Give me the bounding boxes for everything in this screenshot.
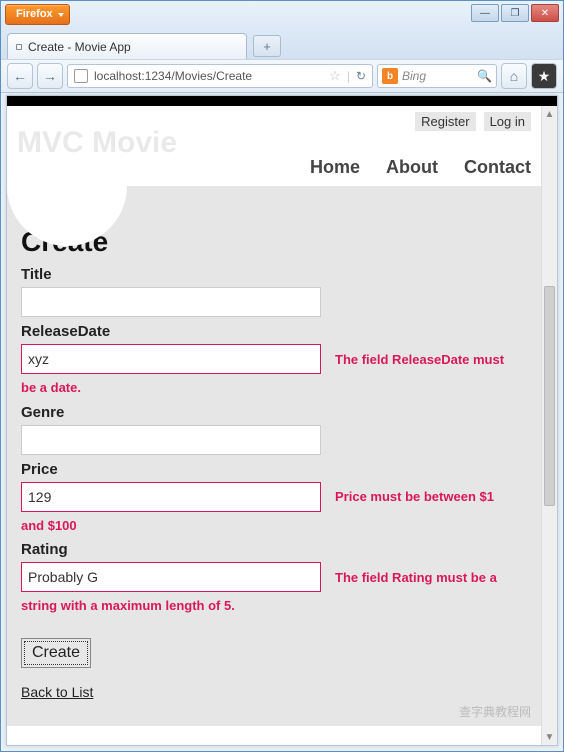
site-brand: MVC Movie (17, 126, 531, 160)
close-button[interactable]: ✕ (531, 4, 559, 22)
scroll-thumb[interactable] (544, 286, 555, 506)
vertical-scrollbar[interactable]: ▲ ▼ (541, 106, 557, 745)
maximize-button[interactable]: ❐ (501, 4, 529, 22)
main-nav: Home About Contact (310, 157, 531, 178)
site-identity-icon (74, 69, 88, 83)
window-titlebar: Firefox — ❐ ✕ (1, 1, 563, 29)
login-link[interactable]: Log in (484, 112, 531, 131)
genre-input[interactable] (21, 425, 321, 455)
tab-title: Create - Movie App (28, 40, 131, 54)
new-tab-button[interactable]: + (253, 35, 281, 57)
price-error-wrap: and $100 (21, 516, 527, 536)
minimize-button[interactable]: — (471, 4, 499, 22)
watermark: 查字典教程网 (459, 703, 531, 720)
nav-contact[interactable]: Contact (464, 157, 531, 178)
rating-error-inline: The field Rating must be a (335, 570, 497, 585)
rating-error-wrap: string with a maximum length of 5. (21, 596, 527, 616)
reload-icon[interactable]: ↻ (356, 69, 366, 83)
rating-input[interactable] (21, 562, 321, 592)
url-text: localhost:1234/Movies/Create (94, 69, 252, 83)
search-placeholder: Bing (402, 69, 426, 83)
releasedate-label: ReleaseDate (21, 323, 527, 340)
bing-icon: b (382, 68, 398, 84)
price-input[interactable] (21, 482, 321, 512)
tab-active[interactable]: Create - Movie App (7, 33, 247, 59)
tab-strip: Create - Movie App + (1, 29, 563, 59)
bookmark-star-icon[interactable]: ☆ (329, 68, 341, 84)
search-box[interactable]: b Bing 🔍 (377, 64, 497, 88)
nav-home[interactable]: Home (310, 157, 360, 178)
window-controls: — ❐ ✕ (471, 4, 559, 22)
back-button[interactable]: ← (7, 63, 33, 89)
title-label: Title (21, 266, 527, 283)
page-body: Create Title ReleaseDate The field Relea… (7, 186, 541, 726)
page-icon (16, 44, 22, 50)
top-black-bar (7, 96, 557, 106)
releasedate-input[interactable] (21, 344, 321, 374)
firefox-menu-button[interactable]: Firefox (5, 4, 70, 25)
create-form: Create Title ReleaseDate The field Relea… (7, 186, 541, 702)
bookmarks-button[interactable]: ★ (531, 63, 557, 89)
home-button[interactable]: ⌂ (501, 63, 527, 89)
releasedate-error-inline: The field ReleaseDate must (335, 352, 504, 367)
create-button[interactable]: Create (21, 638, 91, 668)
genre-label: Genre (21, 404, 527, 421)
forward-button[interactable]: → (37, 63, 63, 89)
price-label: Price (21, 461, 527, 478)
releasedate-error-wrap: be a date. (21, 378, 527, 398)
price-error-inline: Price must be between $1 (335, 489, 494, 504)
account-links: Register Log in (415, 112, 531, 131)
navigation-toolbar: ← → localhost:1234/Movies/Create ☆ | ↻ b… (1, 59, 563, 93)
scroll-up-arrow[interactable]: ▲ (542, 106, 557, 122)
scroll-down-arrow[interactable]: ▼ (542, 729, 557, 745)
url-bar[interactable]: localhost:1234/Movies/Create ☆ | ↻ (67, 64, 373, 88)
title-input[interactable] (21, 287, 321, 317)
content-viewport: ▲ ▼ Register Log in MVC Movie Home About… (6, 95, 558, 746)
back-to-list-link[interactable]: Back to List (21, 684, 93, 700)
nav-about[interactable]: About (386, 157, 438, 178)
page-content: Register Log in MVC Movie Home About Con… (7, 106, 541, 745)
search-go-icon[interactable]: 🔍 (477, 69, 492, 83)
site-header: Register Log in MVC Movie Home About Con… (7, 106, 541, 186)
register-link[interactable]: Register (415, 112, 475, 131)
rating-label: Rating (21, 541, 527, 558)
